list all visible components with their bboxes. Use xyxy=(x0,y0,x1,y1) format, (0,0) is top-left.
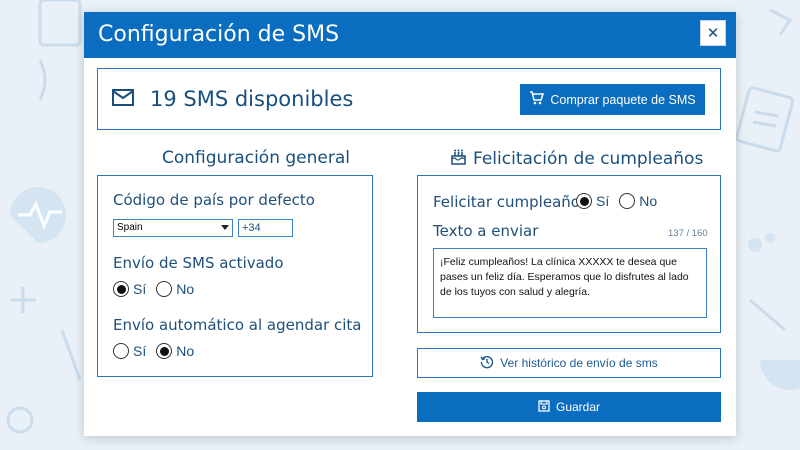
country-code-label: Código de país por defecto xyxy=(113,191,315,209)
auto-send-no-radio[interactable] xyxy=(156,343,173,359)
congratulate-label: Felicitar cumpleaños xyxy=(433,193,588,211)
birthday-settings-title: Felicitación de cumpleaños xyxy=(473,149,704,169)
sms-enabled-no-radio[interactable] xyxy=(156,281,173,297)
congratulate-yes-label: Sí xyxy=(596,193,610,209)
dialog-titlebar: Configuración de SMS ✕ xyxy=(84,12,736,58)
dialog-title: Configuración de SMS xyxy=(98,22,340,47)
general-settings-panel: Código de país por defecto Spain +34 Env… xyxy=(97,175,373,377)
auto-send-yes-label: Sí xyxy=(133,343,147,359)
save-button[interactable]: Guardar xyxy=(417,392,721,422)
cart-icon xyxy=(529,91,545,108)
buy-sms-package-button[interactable]: Comprar paquete de SMS xyxy=(520,84,705,115)
sms-enabled-label: Envío de SMS activado xyxy=(113,254,284,272)
congratulate-radio-group: Sí No xyxy=(576,193,663,209)
history-icon xyxy=(480,355,494,372)
sms-enabled-radio-group: Sí No xyxy=(113,281,200,297)
auto-send-label: Envío automático al agendar cita xyxy=(113,316,362,334)
sms-available-count: 19 SMS disponibles xyxy=(150,87,354,111)
chevron-down-icon xyxy=(221,225,229,230)
auto-send-radio-group: Sí No xyxy=(113,343,200,359)
save-icon xyxy=(538,399,550,415)
sms-balance-panel: 19 SMS disponibles Comprar paquete de SM… xyxy=(97,68,721,130)
general-settings-title: Configuración general xyxy=(162,148,350,168)
congratulate-yes-radio[interactable] xyxy=(576,193,592,209)
envelope-icon xyxy=(112,89,134,111)
auto-send-yes-radio[interactable] xyxy=(113,343,129,359)
birthday-message-textarea[interactable]: ¡Feliz cumpleaños! La clínica XXXXX te d… xyxy=(433,248,707,318)
buy-sms-package-label: Comprar paquete de SMS xyxy=(550,92,696,107)
country-select-value: Spain xyxy=(117,222,143,233)
congratulate-no-radio[interactable] xyxy=(619,193,636,209)
sms-enabled-no-label: No xyxy=(176,281,195,297)
auto-send-no-label: No xyxy=(176,343,195,359)
message-text-label: Texto a enviar xyxy=(433,222,539,240)
close-button[interactable]: ✕ xyxy=(700,20,726,46)
birthday-cake-icon xyxy=(450,148,467,170)
save-label: Guardar xyxy=(555,400,601,414)
congratulate-no-label: No xyxy=(639,193,658,209)
sms-enabled-yes-label: Sí xyxy=(133,281,147,297)
country-prefix-input[interactable]: +34 xyxy=(238,219,293,237)
birthday-settings-panel: Felicitar cumpleaños Sí No Texto a envia… xyxy=(417,175,721,333)
view-sms-history-label: Ver histórico de envío de sms xyxy=(500,356,658,370)
view-sms-history-button[interactable]: Ver histórico de envío de sms xyxy=(417,348,721,378)
sms-enabled-yes-radio[interactable] xyxy=(113,281,129,297)
close-icon: ✕ xyxy=(706,25,720,42)
birthday-title-row: Felicitación de cumpleaños xyxy=(450,148,703,170)
char-counter: 137 / 160 xyxy=(668,228,708,239)
country-select[interactable]: Spain xyxy=(113,219,233,237)
